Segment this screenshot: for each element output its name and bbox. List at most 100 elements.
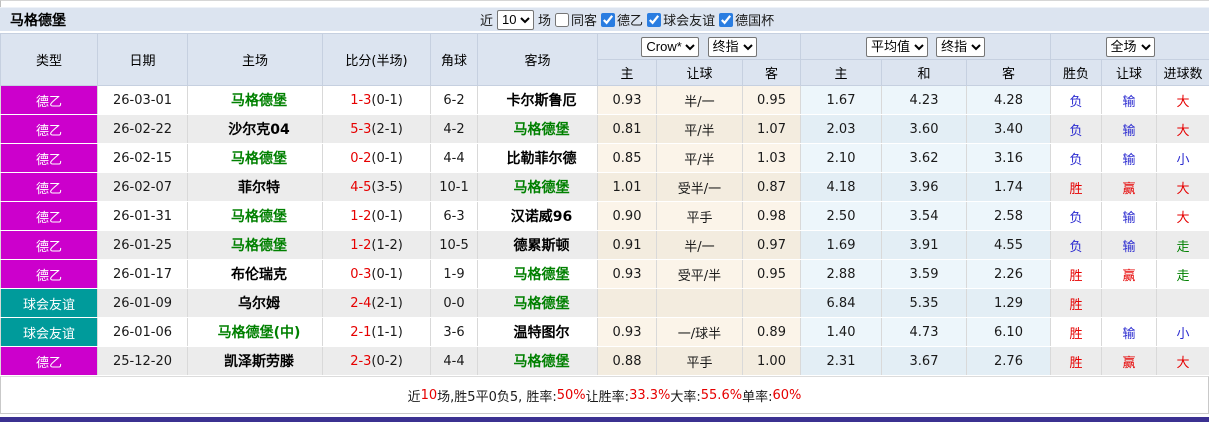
cell-result: 胜 — [1050, 317, 1103, 347]
cell-handicap-result: 输 — [1101, 317, 1158, 347]
filter-checkbox-球会友谊[interactable]: 球会友谊 — [647, 10, 715, 29]
cell-avg-draw: 4.23 — [881, 85, 967, 115]
average-stage-select[interactable]: 终指 — [936, 36, 986, 57]
cell-home-team[interactable]: 沙尔克04 — [187, 114, 323, 144]
summary-stat-value: 10 — [420, 387, 438, 403]
cell-away-team[interactable]: 汉诺威96 — [477, 201, 598, 231]
cell-odds-home — [597, 288, 657, 318]
cell-avg-home: 2.03 — [800, 114, 882, 144]
cell-away-team[interactable]: 马格德堡 — [477, 288, 598, 318]
match-row: 德乙 26-02-15 马格德堡 0-2(0-1) 4-4 比勒菲尔德 0.85 平/半 1.0… — [0, 143, 1209, 173]
cell-result: 负 — [1050, 114, 1103, 144]
cell-home-team[interactable]: 马格德堡(中) — [187, 317, 323, 347]
cell-home-team[interactable]: 乌尔姆 — [187, 288, 323, 318]
cell-date: 26-01-17 — [97, 259, 188, 289]
fulltime-score: 5-3 — [350, 121, 372, 137]
top-strip — [0, 0, 1209, 7]
matches-label: 场 — [538, 14, 552, 29]
cell-date: 26-01-09 — [97, 288, 188, 318]
fulltime-score: 1-2 — [350, 208, 372, 224]
cell-avg-home: 1.40 — [800, 317, 882, 347]
checkbox-input[interactable] — [555, 12, 570, 27]
match-row: 球会友谊 26-01-06 马格德堡(中) 2-1(1-1) 3-6 温特图尔 0.93 一/… — [0, 317, 1209, 347]
cell-away-team[interactable]: 卡尔斯鲁厄 — [477, 85, 598, 115]
period-select[interactable]: 全场 — [1105, 36, 1155, 57]
cell-home-team[interactable]: 马格德堡 — [187, 201, 323, 231]
cell-handicap-result: 输 — [1101, 114, 1158, 144]
cell-avg-away: 1.74 — [965, 172, 1052, 202]
halftime-score: (3-5) — [371, 179, 403, 195]
cell-corners: 10-5 — [430, 230, 478, 260]
cell-result: 负 — [1050, 230, 1103, 260]
match-table-body: 德乙 26-03-01 马格德堡 1-3(0-1) 6-2 卡尔斯鲁厄 0.93 半/一 0.9… — [0, 85, 1209, 376]
cell-score: 4-5(3-5) — [322, 172, 431, 202]
title-bar: 马格德堡 近 10 场 同客 德乙 球会友谊 德国杯 — [0, 7, 1209, 32]
cell-away-team[interactable]: 马格德堡 — [477, 172, 598, 202]
cell-home-team[interactable]: 马格德堡 — [187, 230, 323, 260]
cell-corners: 10-1 — [430, 172, 478, 202]
match-table: 类型 日期 主场 比分(半场) 角球 客场 Crow* 终指 平均值 终指 全场 — [0, 33, 1209, 376]
average-select[interactable]: 平均值 — [865, 36, 928, 57]
cell-odds-away: 0.95 — [742, 85, 801, 115]
cell-away-team[interactable]: 马格德堡 — [477, 346, 598, 376]
filter-checkbox-同客[interactable]: 同客 — [555, 10, 597, 29]
cell-away-team[interactable]: 温特图尔 — [477, 317, 598, 347]
cell-competition: 德乙 — [0, 259, 98, 289]
cell-handicap: 受半/一 — [656, 172, 743, 202]
cell-odds-away: 1.07 — [742, 114, 801, 144]
cell-home-team[interactable]: 马格德堡 — [187, 85, 323, 115]
cell-away-team[interactable]: 马格德堡 — [477, 114, 598, 144]
match-row: 德乙 26-02-22 沙尔克04 5-3(2-1) 4-2 马格德堡 0.81 平/半 1.0… — [0, 114, 1209, 144]
odds-stage-select[interactable]: 终指 — [707, 36, 757, 57]
checkbox-input[interactable] — [719, 12, 734, 27]
summary-row: 近 10 场,胜5平0负5, 胜率: 50% 让胜率: 33.3% 大率: 55.6% 单… — [0, 376, 1209, 414]
cell-avg-away: 4.28 — [965, 85, 1052, 115]
fulltime-score: 2-4 — [350, 295, 372, 311]
cell-home-team[interactable]: 凯泽斯劳滕 — [187, 346, 323, 376]
filter-checkbox-德国杯[interactable]: 德国杯 — [719, 10, 774, 29]
cell-handicap-result: 输 — [1101, 85, 1158, 115]
cell-competition: 德乙 — [0, 114, 98, 144]
cell-date: 26-01-06 — [97, 317, 188, 347]
cell-result: 胜 — [1050, 259, 1103, 289]
bottom-accent-bar — [0, 417, 1209, 422]
cell-away-team[interactable]: 德累斯顿 — [477, 230, 598, 260]
cell-away-team[interactable]: 马格德堡 — [477, 259, 598, 289]
cell-odds-away: 1.00 — [742, 346, 801, 376]
match-row: 德乙 26-01-25 马格德堡 1-2(1-2) 10-5 德累斯顿 0.91 半/一 0.9… — [0, 230, 1209, 260]
halftime-score: (2-1) — [371, 295, 403, 311]
summary-stat-value: 33.3% — [629, 387, 671, 403]
cell-avg-home: 4.18 — [800, 172, 882, 202]
cell-handicap-result: 赢 — [1101, 259, 1158, 289]
col-header-type: 类型 — [0, 33, 98, 86]
cell-home-team[interactable]: 菲尔特 — [187, 172, 323, 202]
cell-date: 26-02-07 — [97, 172, 188, 202]
summary-stat-label: 让胜率: — [585, 389, 630, 405]
cell-handicap-result: 输 — [1101, 143, 1158, 173]
match-row: 德乙 26-02-07 菲尔特 4-5(3-5) 10-1 马格德堡 1.01 受半/一 0.8… — [0, 172, 1209, 202]
cell-odds-home: 0.91 — [597, 230, 657, 260]
checkbox-input[interactable] — [601, 12, 616, 27]
halftime-score: (0-1) — [371, 208, 403, 224]
cell-score: 0-3(0-1) — [322, 259, 431, 289]
cell-home-team[interactable]: 马格德堡 — [187, 143, 323, 173]
cell-corners: 6-2 — [430, 85, 478, 115]
cell-handicap: 平手 — [656, 201, 743, 231]
result-group-header: 全场 — [1050, 33, 1209, 60]
cell-avg-draw: 3.54 — [881, 201, 967, 231]
checkbox-input[interactable] — [647, 12, 662, 27]
cell-odds-home: 0.93 — [597, 85, 657, 115]
filter-checkbox-德乙[interactable]: 德乙 — [601, 10, 643, 29]
cell-corners: 3-6 — [430, 317, 478, 347]
cell-home-team[interactable]: 布伦瑞克 — [187, 259, 323, 289]
fulltime-score: 0-2 — [350, 150, 372, 166]
recent-count-select[interactable]: 10 — [497, 9, 535, 30]
cell-odds-away: 0.95 — [742, 259, 801, 289]
cell-odds-away: 1.03 — [742, 143, 801, 173]
bookmaker-select[interactable]: Crow* — [641, 36, 700, 57]
cell-odds-home: 0.85 — [597, 143, 657, 173]
col-header-result: 胜负 — [1050, 59, 1103, 86]
cell-away-team[interactable]: 比勒菲尔德 — [477, 143, 598, 173]
cell-handicap-result: 赢 — [1101, 346, 1158, 376]
cell-competition: 德乙 — [0, 230, 98, 260]
